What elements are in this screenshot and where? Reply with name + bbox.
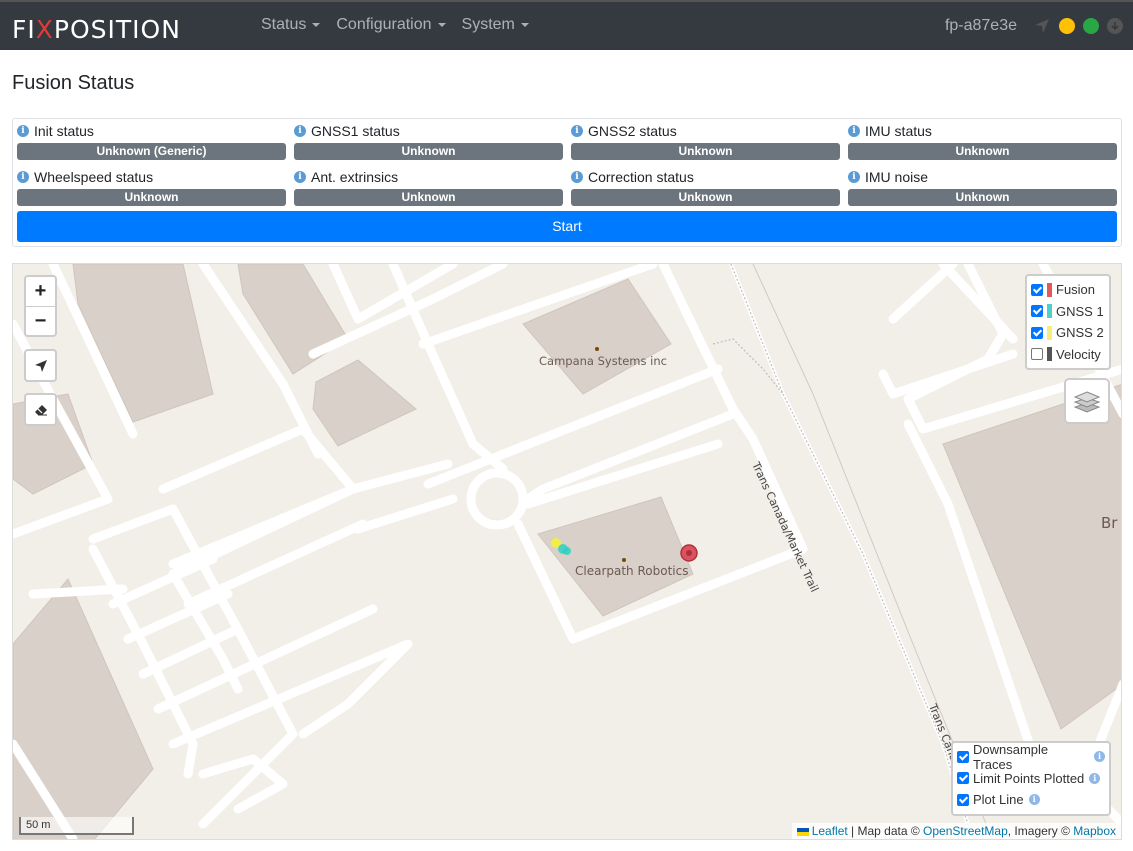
ukraine-flag-icon	[796, 827, 809, 836]
download-icon[interactable]	[1107, 18, 1123, 34]
ant-extrinsics-status: i Ant. extrinsics Unknown	[294, 168, 563, 206]
velocity-checkbox[interactable]	[1031, 348, 1043, 361]
zoom-control: + −	[24, 275, 57, 337]
status-label: GNSS1 status	[311, 123, 400, 139]
status-badge: Unknown	[571, 189, 840, 206]
status-label: IMU noise	[865, 169, 929, 185]
status-badge: Unknown	[848, 189, 1117, 206]
status-badge: Unknown	[848, 143, 1117, 160]
top-navbar: FIXPOSITION Status Configuration System …	[0, 0, 1133, 50]
imu-noise-status: i IMU noise Unknown	[848, 168, 1117, 206]
limit-points-checkbox[interactable]	[957, 772, 969, 785]
location-arrow-icon	[34, 359, 47, 372]
option-plot-line[interactable]: Plot Line i	[957, 789, 1105, 811]
fusion-status-panel: i Init status Unknown (Generic) i GNSS1 st…	[12, 118, 1122, 247]
legend-velocity[interactable]: Velocity	[1031, 344, 1105, 366]
init-status: i Init status Unknown (Generic)	[17, 122, 286, 160]
wheelspeed-status: i Wheelspeed status Unknown	[17, 168, 286, 206]
status-badge: Unknown	[294, 189, 563, 206]
correction-status: i Correction status Unknown	[571, 168, 840, 206]
info-icon[interactable]: i	[1028, 794, 1040, 806]
status-label: GNSS2 status	[588, 123, 677, 139]
status-ok-icon	[1083, 18, 1099, 34]
info-icon[interactable]: i	[17, 171, 29, 183]
legend-gnss2[interactable]: GNSS 2	[1031, 322, 1105, 344]
menu-configuration[interactable]: Configuration	[328, 16, 453, 34]
fusion-checkbox[interactable]	[1031, 283, 1043, 296]
status-badge: Unknown (Generic)	[17, 143, 286, 160]
mapbox-link[interactable]: Mapbox	[1073, 824, 1116, 838]
gnss1-checkbox[interactable]	[1031, 305, 1043, 318]
hostname-label: fp-a87e3e	[944, 17, 1017, 34]
status-badge: Unknown	[571, 143, 840, 160]
zoom-in-button[interactable]: +	[26, 277, 55, 306]
clear-traces-button[interactable]	[24, 393, 57, 426]
status-label: IMU status	[865, 123, 932, 139]
locate-button[interactable]	[24, 349, 57, 382]
info-icon[interactable]: i	[294, 171, 306, 183]
info-icon[interactable]: i	[294, 125, 306, 137]
page-title: Fusion Status	[12, 72, 135, 94]
status-label: Init status	[34, 123, 94, 139]
nav-status-area: fp-a87e3e	[945, 17, 1123, 35]
trace-legend: Fusion GNSS 1 GNSS 2 Velocity	[1025, 274, 1111, 370]
map-view[interactable]: Campana Systems inc Clearpath Robotics T…	[12, 263, 1122, 840]
imu-status: i IMU status Unknown	[848, 122, 1117, 160]
poi-label-clearpath: Clearpath Robotics	[575, 564, 689, 578]
info-icon[interactable]: i	[571, 171, 583, 183]
plot-line-checkbox[interactable]	[957, 793, 969, 806]
gnss1-status: i GNSS1 status Unknown	[294, 122, 563, 160]
status-badge: Unknown	[17, 189, 286, 206]
building-label-partial: Br	[1101, 514, 1118, 532]
layers-icon	[1073, 391, 1101, 413]
main-menu: Status Configuration System	[253, 16, 537, 34]
plot-options: Downsample Traces i Limit Points Plotted i…	[951, 741, 1111, 816]
option-downsample[interactable]: Downsample Traces i	[957, 742, 1105, 772]
info-icon[interactable]: i	[848, 125, 860, 137]
status-label: Wheelspeed status	[34, 169, 154, 185]
osm-link[interactable]: OpenStreetMap	[923, 824, 1008, 838]
leaflet-link[interactable]: Leaflet	[812, 824, 848, 838]
status-label: Ant. extrinsics	[311, 169, 399, 185]
downsample-checkbox[interactable]	[957, 750, 969, 763]
info-icon[interactable]: i	[17, 125, 29, 137]
status-label: Correction status	[588, 169, 694, 185]
info-icon[interactable]: i	[571, 125, 583, 137]
map-attribution: Leaflet | Map data © OpenStreetMap, Imag…	[791, 823, 1121, 839]
status-warning-icon	[1059, 18, 1075, 34]
legend-gnss1[interactable]: GNSS 1	[1031, 301, 1105, 323]
legend-fusion[interactable]: Fusion	[1031, 279, 1105, 301]
info-icon[interactable]: i	[1089, 772, 1101, 784]
option-limit-points[interactable]: Limit Points Plotted i	[957, 768, 1105, 790]
status-badge: Unknown	[294, 143, 563, 160]
start-button[interactable]: Start	[17, 211, 1117, 242]
info-icon[interactable]: i	[1094, 751, 1105, 763]
eraser-icon	[34, 404, 47, 415]
layers-button[interactable]	[1064, 378, 1110, 424]
info-icon[interactable]: i	[848, 171, 860, 183]
location-arrow-icon[interactable]	[1033, 17, 1051, 35]
brand-logo[interactable]: FIXPOSITION	[12, 15, 181, 44]
poi-label-campana: Campana Systems inc	[539, 354, 667, 368]
scale-bar: 50 m	[19, 817, 134, 835]
zoom-out-button[interactable]: −	[26, 306, 55, 335]
gnss2-checkbox[interactable]	[1031, 326, 1043, 339]
menu-system[interactable]: System	[454, 16, 537, 34]
menu-status[interactable]: Status	[253, 16, 328, 34]
gnss2-status: i GNSS2 status Unknown	[571, 122, 840, 160]
